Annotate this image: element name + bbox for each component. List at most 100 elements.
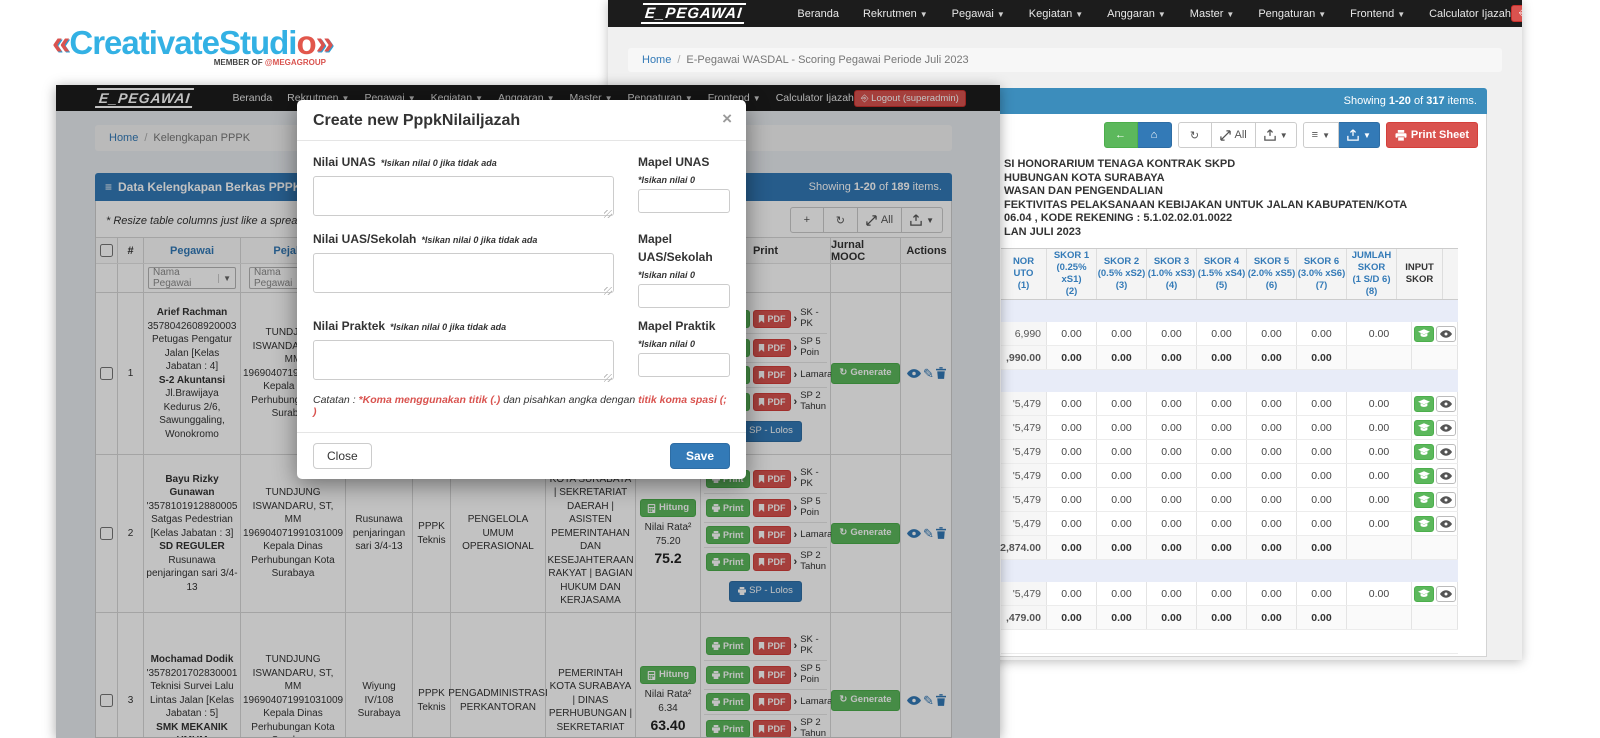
input-skor-button[interactable] xyxy=(1414,420,1434,436)
nav-menu-item[interactable]: Pegawai▼ xyxy=(952,8,1005,20)
column-header-skor[interactable]: SKOR 5(2.0% xS5)(6) xyxy=(1247,249,1297,299)
caret-down-icon: ▼ xyxy=(1318,10,1326,19)
skor1-cell: 0.00 xyxy=(1047,582,1097,605)
export-button[interactable]: ▼ xyxy=(1256,122,1297,148)
nav-menu-item[interactable]: Kegiatan▼ xyxy=(1029,8,1083,20)
back-button[interactable]: ← xyxy=(1104,122,1138,148)
nilai-textarea[interactable] xyxy=(313,340,614,380)
skor2-cell: 0.00 xyxy=(1097,322,1147,345)
modal-footer: Close Save xyxy=(297,432,746,479)
column-header-skor[interactable]: SKOR 1(0.25% xS1)(2) xyxy=(1047,249,1097,299)
eye-icon xyxy=(1440,496,1452,504)
column-header-skor[interactable]: JUMLAH SKOR(1 S/D 6)(8) xyxy=(1347,249,1397,299)
export-icon xyxy=(1264,129,1276,141)
input-skor-button[interactable] xyxy=(1414,468,1434,484)
nav-menu-item[interactable]: Frontend▼ xyxy=(1350,8,1405,20)
close-button[interactable]: Close xyxy=(313,443,372,469)
skor2-cell: 0.00 xyxy=(1097,512,1147,535)
column-header-skor[interactable]: SKOR 4(1.5% xS4)(5) xyxy=(1197,249,1247,299)
mapel-input[interactable] xyxy=(638,189,730,213)
column-header-honor: NORUTO(1) xyxy=(1001,249,1047,299)
eye-icon xyxy=(1440,448,1452,456)
description-line: SI HONORARIUM TENAGA KONTRAK SKPD xyxy=(1004,158,1407,172)
skor1-cell: 0.00 xyxy=(1047,346,1097,369)
save-button[interactable]: Save xyxy=(670,443,730,469)
skor4-cell: 0.00 xyxy=(1197,346,1247,369)
honor-cell: ,990.00 xyxy=(1001,346,1047,369)
mapel-hint: *Isikan nilai 0 xyxy=(638,175,730,185)
score-row: '5,479 0.00 0.00 0.00 0.00 0.00 0.00 0.0… xyxy=(1001,392,1458,416)
mapel-input[interactable] xyxy=(638,284,730,308)
field-label: Nilai Praktek xyxy=(313,319,385,333)
honor-cell: '5,479 xyxy=(1001,440,1047,463)
close-icon[interactable]: × xyxy=(722,110,732,127)
skor6-cell: 0.00 xyxy=(1297,322,1347,345)
modal-note: Catatan : *Koma menggunakan titik (.) da… xyxy=(313,394,730,418)
nav-menu-item[interactable]: Beranda xyxy=(797,8,839,20)
caret-down-icon: ▼ xyxy=(1226,10,1234,19)
skor1-cell: 0.00 xyxy=(1047,488,1097,511)
input-skor-button[interactable] xyxy=(1414,586,1434,602)
skor5-cell: 0.00 xyxy=(1247,606,1297,629)
graduation-cap-icon xyxy=(1418,423,1430,432)
view-skor-button[interactable] xyxy=(1436,586,1456,602)
logo-text-studi: Studi xyxy=(219,24,296,61)
nav-menu-item[interactable]: Anggaran▼ xyxy=(1107,8,1166,20)
input-skor-button[interactable] xyxy=(1414,492,1434,508)
skor4-cell: 0.00 xyxy=(1197,582,1247,605)
skor6-cell: 0.00 xyxy=(1297,392,1347,415)
nav-menu-item[interactable]: Master▼ xyxy=(1190,8,1235,20)
input-skor-button[interactable] xyxy=(1414,516,1434,532)
skor4-cell: 0.00 xyxy=(1197,488,1247,511)
scoring-table-header: NORUTO(1) SKOR 1(0.25% xS1)(2) SKOR 2(0.… xyxy=(1001,248,1458,300)
caret-down-icon: ▼ xyxy=(997,10,1005,19)
input-skor-cell xyxy=(1412,582,1458,605)
nav-menu-item[interactable]: Calculator Ijazah xyxy=(1429,8,1511,20)
honor-cell: '5,479 xyxy=(1001,582,1047,605)
view-skor-button[interactable] xyxy=(1436,444,1456,460)
refresh-button[interactable]: ↻ xyxy=(1178,122,1212,148)
skor6-cell: 0.00 xyxy=(1297,416,1347,439)
home-button[interactable]: ⌂ xyxy=(1138,122,1172,148)
mapel-label: Mapel UAS/Sekolah xyxy=(638,232,713,264)
skor3-cell: 0.00 xyxy=(1147,606,1197,629)
nav-menu-item[interactable]: Pengaturan▼ xyxy=(1258,8,1326,20)
view-skor-button[interactable] xyxy=(1436,492,1456,508)
skor4-cell: 0.00 xyxy=(1197,536,1247,559)
column-header-skor[interactable]: SKOR 2(0.5% xS2)(3) xyxy=(1097,249,1147,299)
view-skor-button[interactable] xyxy=(1436,326,1456,342)
modal-title: Create new PppkNilailjazah xyxy=(313,112,520,129)
mapel-input[interactable] xyxy=(638,353,730,377)
view-skor-button[interactable] xyxy=(1436,396,1456,412)
field-label: Nilai UNAS xyxy=(313,155,376,169)
column-header-skor[interactable]: SKOR 6(3.0% xS6)(7) xyxy=(1297,249,1347,299)
expand-all-button[interactable]: All xyxy=(1212,122,1256,148)
nilai-textarea[interactable] xyxy=(313,176,614,216)
score-row xyxy=(1001,560,1458,582)
nilai-textarea[interactable] xyxy=(313,253,614,293)
skor3-cell: 0.00 xyxy=(1147,582,1197,605)
breadcrumb-home-link[interactable]: Home xyxy=(642,54,671,66)
scoring-table: NORUTO(1) SKOR 1(0.25% xS1)(2) SKOR 2(0.… xyxy=(1001,248,1458,654)
graduation-cap-icon xyxy=(1418,329,1430,338)
form-field-row: Nilai Praktek *Isikan nilai 0 jika tidak … xyxy=(313,317,730,385)
chevron-right-icon: » xyxy=(316,24,333,61)
view-skor-button[interactable] xyxy=(1436,420,1456,436)
nav-menu-item[interactable]: Rekrutmen▼ xyxy=(863,8,928,20)
field-hint: *Isikan nilai 0 jika tidak ada xyxy=(390,322,506,332)
logout-button[interactable]: ⎆ Logout (superadmin) xyxy=(1511,5,1522,22)
input-skor-button[interactable] xyxy=(1414,444,1434,460)
view-skor-button[interactable] xyxy=(1436,468,1456,484)
print-sheet-button[interactable]: Print Sheet xyxy=(1386,122,1478,148)
input-skor-button[interactable] xyxy=(1414,396,1434,412)
input-skor-button[interactable] xyxy=(1414,326,1434,342)
creativate-studio-logo: «CreativateStudio» MEMBER OF @MEGAGROUP xyxy=(52,24,344,67)
skor1-cell: 0.00 xyxy=(1047,322,1097,345)
column-header-skor[interactable]: SKOR 3(1.0% xS3)(4) xyxy=(1147,249,1197,299)
mapel-hint: *Isikan nilai 0 xyxy=(638,270,730,280)
export-blue-button[interactable]: ▼ xyxy=(1339,122,1380,148)
view-skor-button[interactable] xyxy=(1436,516,1456,532)
columns-list-button[interactable]: ≡ ▼ xyxy=(1303,122,1339,148)
description-line: HUBUNGAN KOTA SURABAYA xyxy=(1004,172,1407,186)
skor6-cell: 0.00 xyxy=(1297,346,1347,369)
